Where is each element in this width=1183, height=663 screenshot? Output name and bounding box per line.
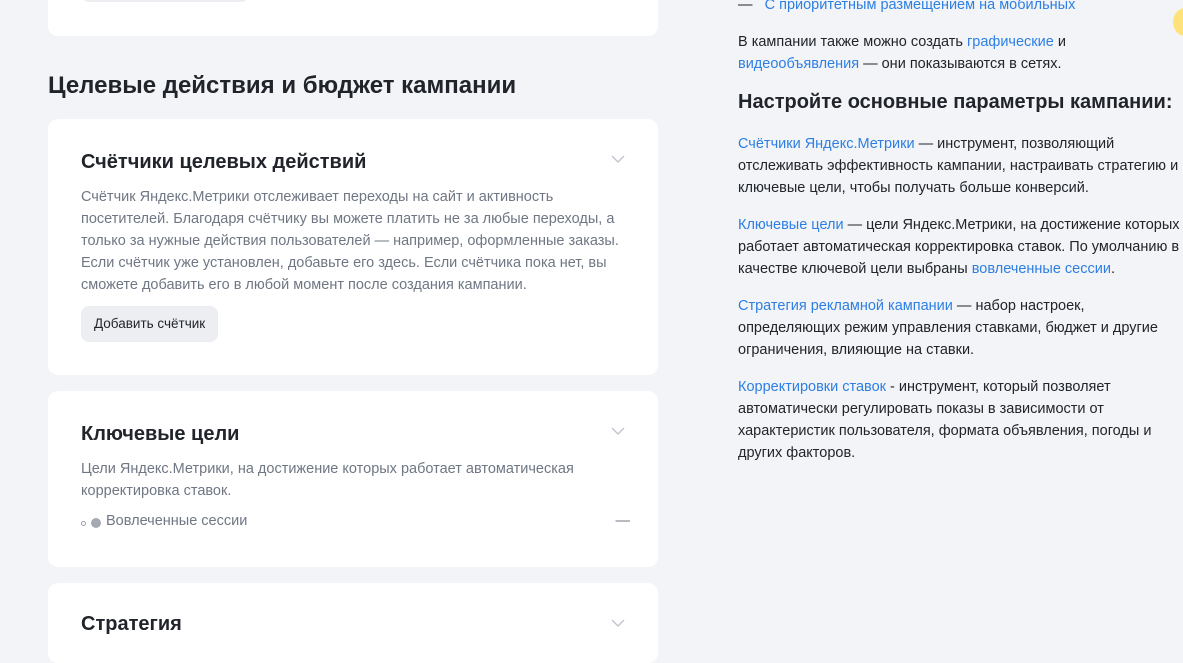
chevron-down-icon[interactable] (610, 426, 626, 436)
engaged-sessions-link[interactable]: вовлеченные сессии (972, 261, 1111, 277)
graphic-ads-link[interactable]: графические (967, 34, 1054, 50)
dash-text: — (738, 0, 753, 13)
ads-formats-paragraph: В кампании также можно создать графическ… (738, 31, 1183, 75)
chevron-down-icon[interactable] (610, 154, 626, 164)
key-goals-card: Ключевые цели Цели Яндекс.Метрики, на до… (48, 391, 658, 567)
strategy-card-title: Стратегия (81, 613, 182, 635)
bid-adjustments-link[interactable]: Корректировки ставок (738, 379, 886, 395)
counters-card: Счётчики целевых действий Счётчик Яндекс… (48, 119, 658, 375)
goal-value: — (615, 513, 631, 529)
chevron-down-icon[interactable] (610, 618, 626, 628)
mobile-priority-link[interactable]: С приоритетным размещением на мобильных (765, 0, 1076, 13)
help-heading: Настройте основные параметры кампании: (738, 91, 1173, 113)
help-item-counters: Счётчики Яндекс.Метрики — инструмент, по… (738, 133, 1183, 199)
counters-card-title: Счётчики целевых действий (81, 151, 367, 173)
key-goals-link[interactable]: Ключевые цели (738, 217, 844, 233)
goal-label: Вовлеченные сессии (106, 513, 248, 529)
strategy-link[interactable]: Стратегия рекламной кампании (738, 298, 953, 314)
help-item-text: . (1110, 261, 1115, 277)
previous-card-button[interactable] (81, 0, 249, 2)
paragraph-text: — они показываются в сетях. (859, 56, 1062, 72)
video-ads-link[interactable]: видеообъявления (738, 56, 859, 72)
strategy-card: Стратегия (48, 583, 658, 663)
goal-row[interactable]: Вовлеченные сессии — (81, 513, 630, 533)
counters-card-description: Счётчик Яндекс.Метрики отслеживает перех… (81, 189, 619, 293)
section-title: Целевые действия и бюджет кампании (48, 72, 517, 99)
add-counter-button[interactable]: Добавить счётчик (81, 306, 219, 342)
paragraph-text: и (1053, 34, 1066, 50)
key-goals-card-title: Ключевые цели (81, 423, 240, 445)
help-item-strategy: Стратегия рекламной кампании — набор нас… (738, 295, 1183, 361)
help-item-key-goals: Ключевые цели — цели Яндекс.Метрики, на … (738, 214, 1183, 280)
bullet-icon (81, 521, 86, 526)
goal-color-dot-icon (91, 518, 101, 528)
key-goals-card-description: Цели Яндекс.Метрики, на достижение котор… (81, 461, 574, 499)
paragraph-text: В кампании также можно создать (738, 34, 967, 50)
counters-link[interactable]: Счётчики Яндекс.Метрики (738, 136, 915, 152)
previous-card (48, 0, 658, 36)
placement-option: — С приоритетным размещением на мобильны… (738, 0, 1075, 16)
help-item-bid-adjustments: Корректировки ставок - инструмент, котор… (738, 376, 1183, 464)
